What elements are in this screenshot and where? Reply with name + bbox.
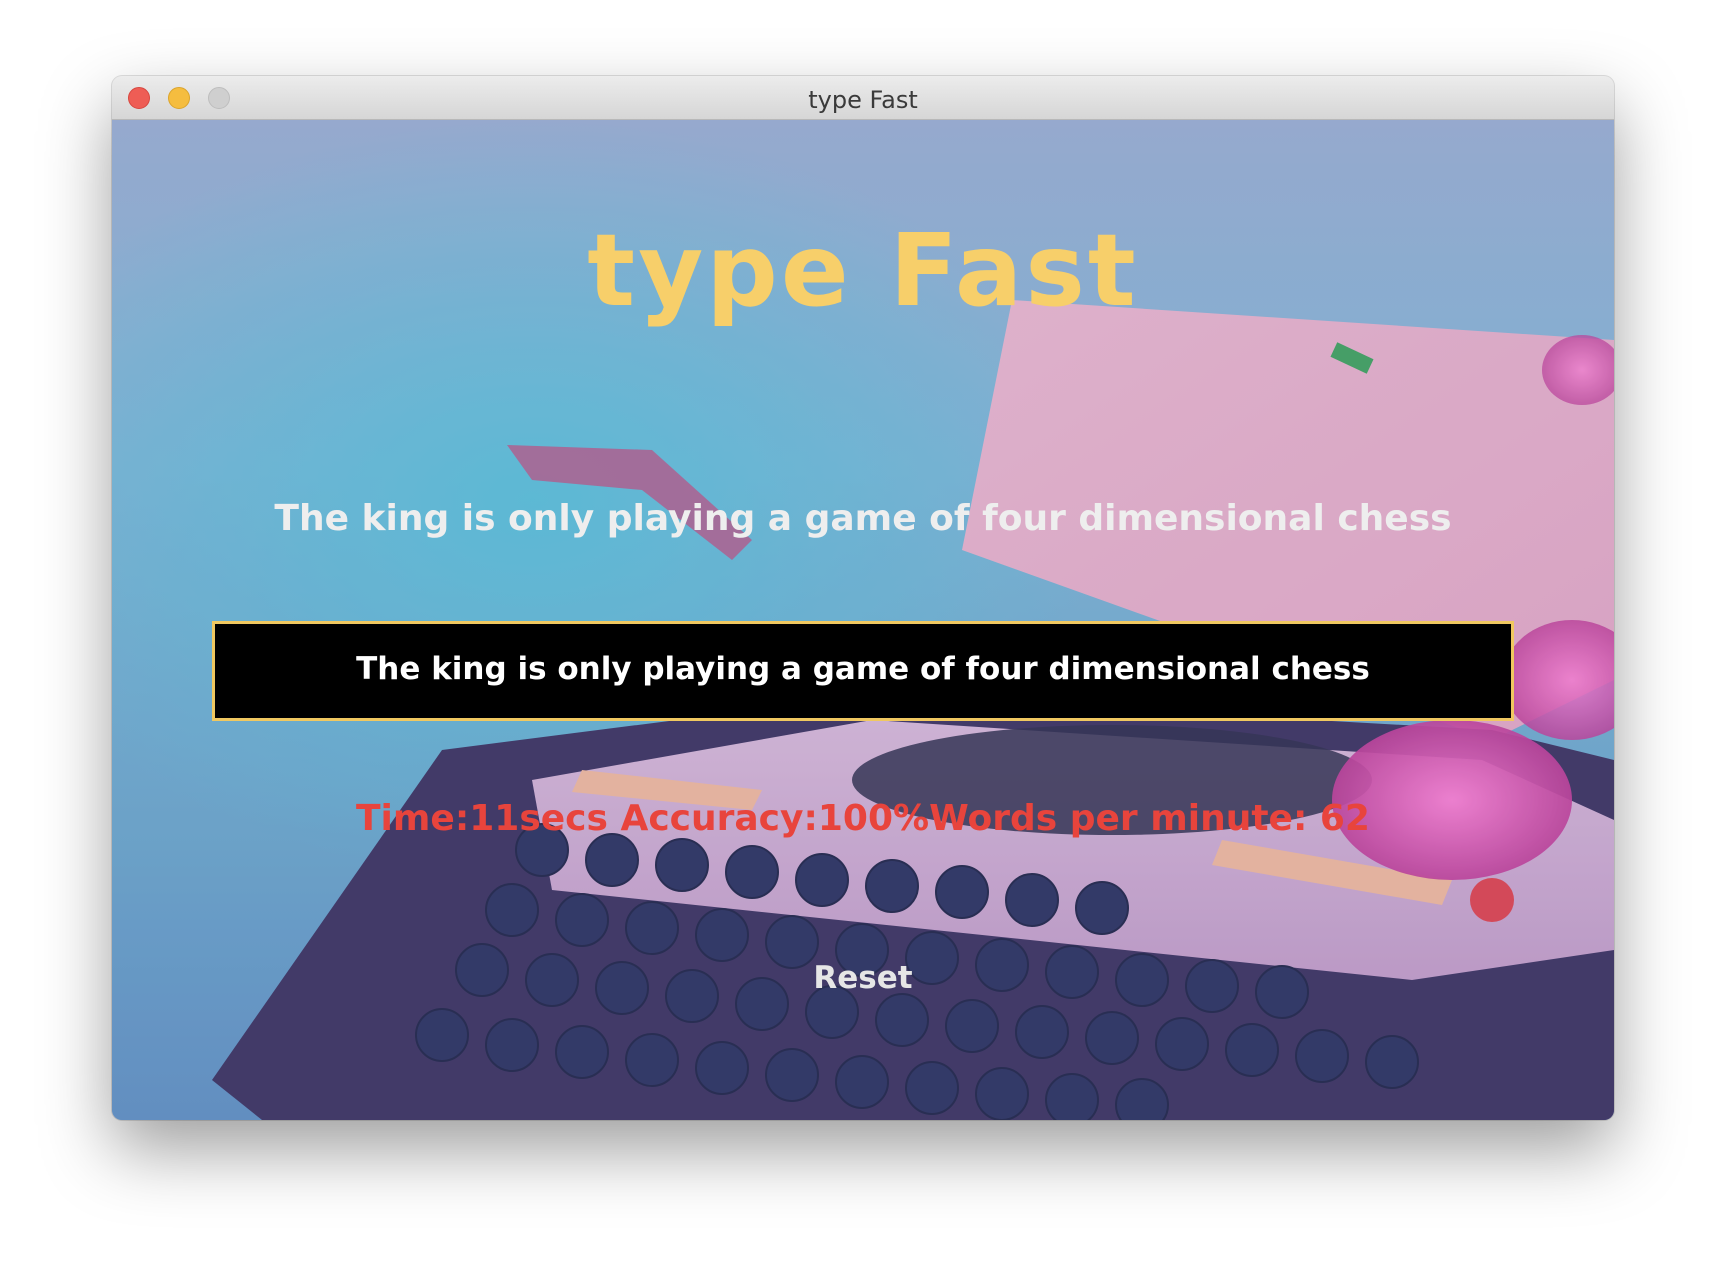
- prompt-sentence: The king is only playing a game of four …: [274, 498, 1452, 539]
- app-window: type Fast type Fast The king is only pla…: [112, 76, 1614, 1120]
- reset-button[interactable]: Reset: [112, 960, 1614, 996]
- game-canvas[interactable]: type Fast The king is only playing a gam…: [112, 120, 1614, 1120]
- results-stats: Time:11secs Accuracy:100%Words per minut…: [356, 798, 1370, 839]
- title-bar[interactable]: type Fast: [112, 76, 1614, 120]
- window-title: type Fast: [808, 86, 918, 114]
- game-title: type Fast: [587, 212, 1139, 329]
- typing-input[interactable]: The king is only playing a game of four …: [212, 621, 1514, 721]
